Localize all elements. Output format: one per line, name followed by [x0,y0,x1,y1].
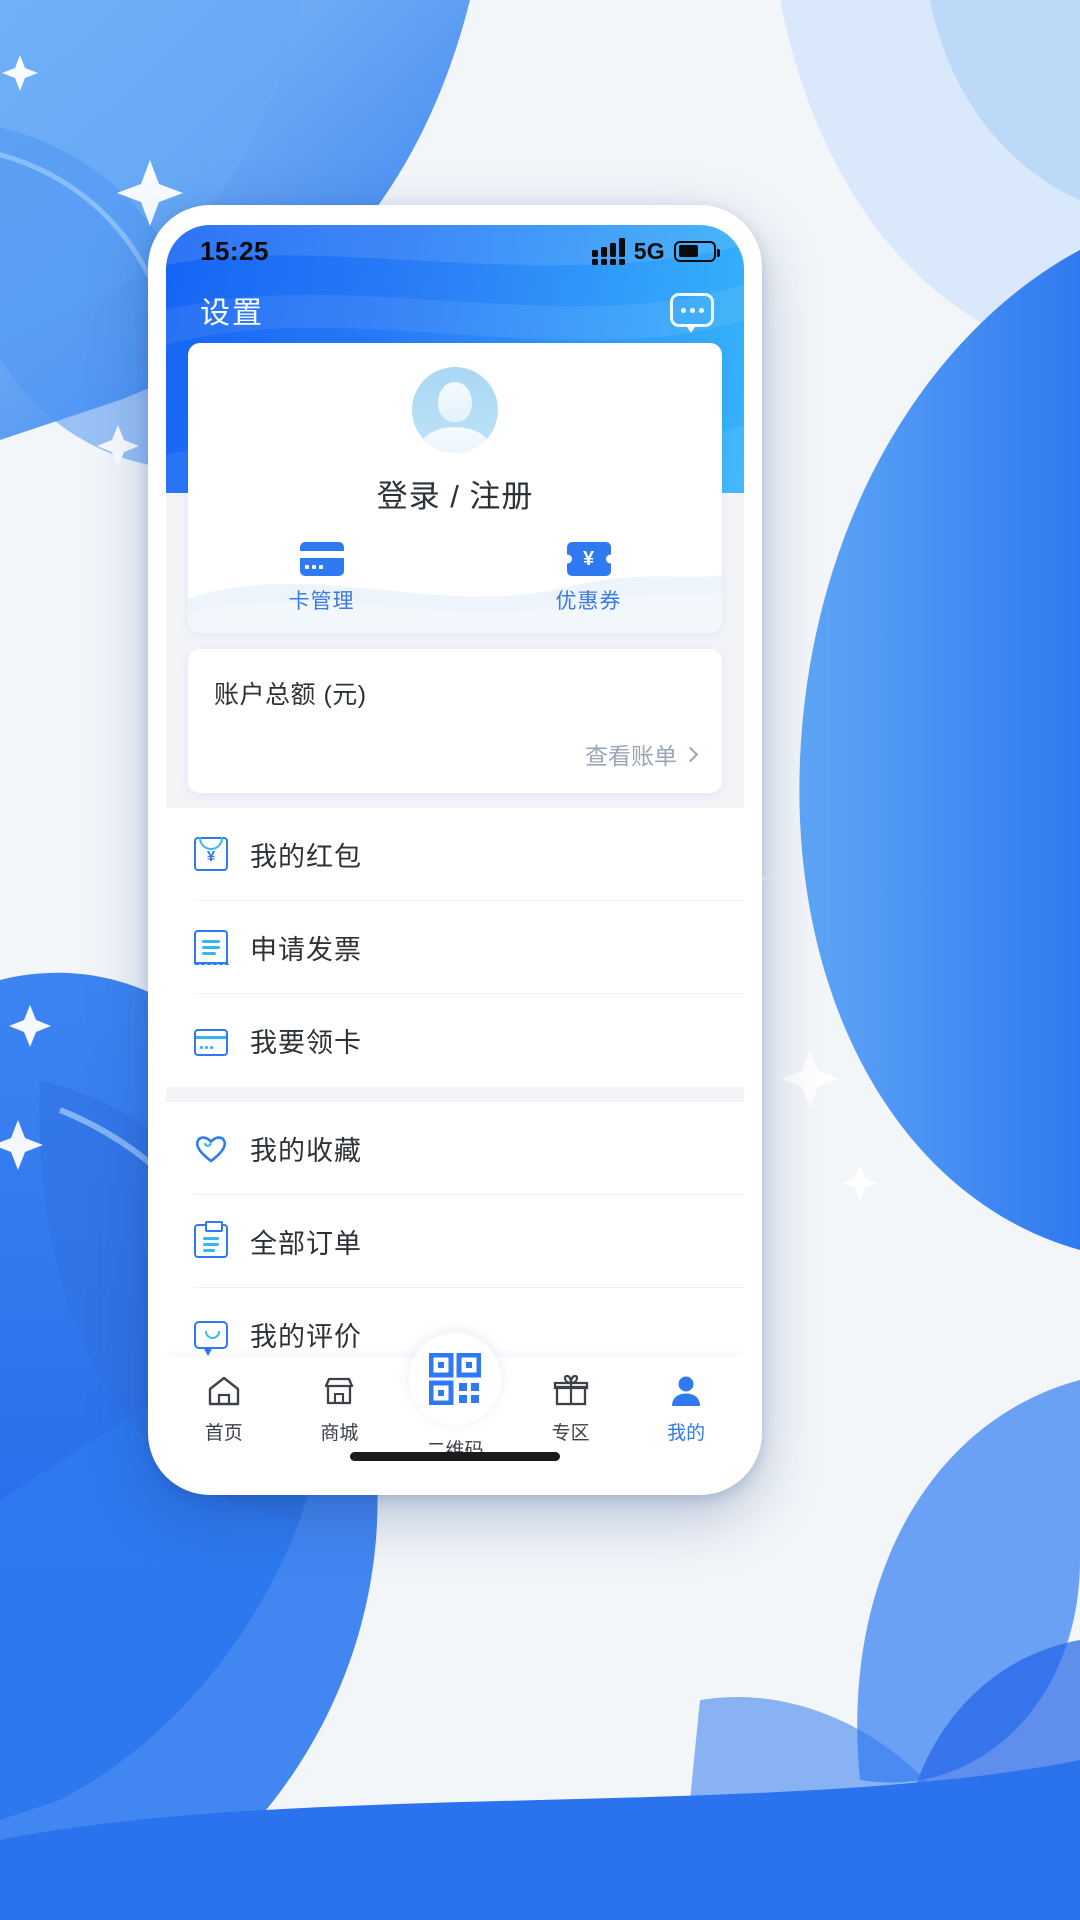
menu-group-finance: ¥ 我的红包 申请发票 我要领卡 [166,808,744,1087]
tab-label: 我的 [667,1423,706,1444]
get-card-icon [194,1029,228,1056]
qr-code-icon [428,1352,482,1406]
quick-action-coupon[interactable]: ¥ 优惠券 [455,542,722,615]
status-bar: 15:25 5G [166,225,744,277]
tab-mall[interactable]: 商城 [282,1373,398,1445]
menu-item-label: 我的评价 [250,1322,362,1352]
signal-bars-icon [591,237,625,265]
order-list-icon [194,1221,228,1258]
tab-home[interactable]: 首页 [166,1373,282,1445]
nav-bar: 设置 [166,277,744,343]
coupon-symbol: ¥ [582,547,595,570]
quick-action-label: 卡管理 [288,590,355,613]
menu-item-favorites[interactable]: 我的收藏 [194,1102,744,1195]
quick-action-card-management[interactable]: 卡管理 [188,542,455,615]
profile-card: 登录 / 注册 卡管理 ¥ 优惠券 [188,343,722,633]
tab-label: 专区 [551,1423,590,1444]
menu-item-red-packet[interactable]: ¥ 我的红包 [194,808,744,901]
coupon-ticket-icon: ¥ [566,542,611,576]
quick-action-label: 优惠券 [555,590,622,613]
menu-item-label: 我要领卡 [250,1028,362,1058]
page-content: 登录 / 注册 卡管理 ¥ 优惠券 账户总额 (元) 查看账单 [166,343,744,793]
menu-item-label: 申请发票 [250,934,362,965]
balance-title: 账户总额 (元) [214,681,367,709]
gift-icon [552,1373,590,1409]
invoice-icon [193,930,229,967]
menu-item-all-orders[interactable]: 全部订单 [194,1195,744,1288]
menu-item-label: 我的红包 [250,841,362,872]
menu-item-get-card[interactable]: 我要领卡 [194,994,744,1087]
qr-code-button[interactable] [408,1333,501,1425]
status-bar-indicators: 5G [591,237,720,265]
shop-icon [320,1373,358,1409]
network-type-label: 5G [633,237,665,264]
menu-item-label: 全部订单 [250,1228,362,1259]
view-bill-label: 查看账单 [585,743,677,769]
battery-icon [674,240,720,262]
red-packet-icon: ¥ [194,837,228,871]
bank-card-icon [299,542,344,576]
red-packet-symbol: ¥ [206,848,216,865]
message-bubble-icon[interactable] [670,293,714,333]
page-title: 设置 [200,297,264,330]
home-icon [205,1373,243,1409]
status-bar-time: 15:25 [200,235,269,266]
tab-qr-code[interactable]: 二维码 [397,1333,513,1462]
quick-actions-row: 卡管理 ¥ 优惠券 [188,532,722,633]
menu-item-invoice[interactable]: 申请发票 [193,901,744,994]
phone-screen: 15:25 5G 设置 登录 / 注册 卡管理 ¥ 优惠券 账户总额 (元) 查… [166,225,744,1475]
tab-label: 商城 [320,1423,359,1444]
tab-zone[interactable]: 专区 [513,1373,629,1445]
chevron-right-icon [682,746,699,762]
view-bill-link[interactable]: 查看账单 [214,737,699,771]
tab-mine[interactable]: 我的 [628,1373,744,1445]
menu-item-label: 我的收藏 [250,1135,362,1166]
login-register-button[interactable]: 登录 / 注册 [188,471,722,516]
tab-label: 首页 [204,1423,243,1444]
person-icon [667,1373,705,1409]
user-avatar-icon[interactable] [412,367,498,453]
phone-device-frame: 15:25 5G 设置 登录 / 注册 卡管理 ¥ 优惠券 账户总额 (元) 查… [148,205,762,1495]
comment-smile-icon [194,1320,228,1356]
heart-icon [194,1133,228,1163]
account-balance-card: 账户总额 (元) 查看账单 [188,649,722,793]
home-indicator [350,1452,560,1461]
